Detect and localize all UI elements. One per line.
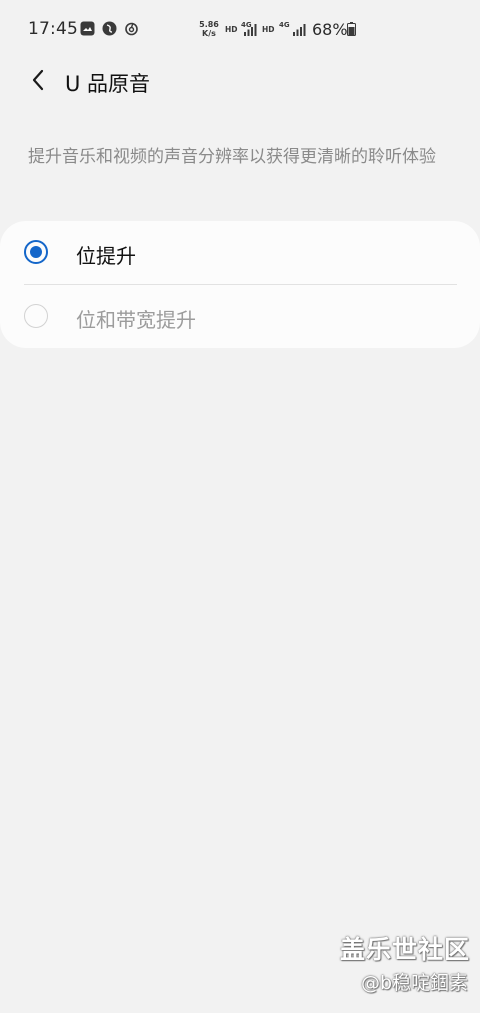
- app-bar: U 品原音: [0, 58, 480, 106]
- option-label: 位提升: [76, 244, 136, 268]
- netease-music-icon: [124, 21, 139, 36]
- signal-icon: [243, 22, 257, 36]
- status-bar: 17:45 5.86 K/s HD 4G HD 4G 68%: [0, 0, 480, 58]
- watermark-title: 盖乐世社区: [339, 935, 470, 964]
- options-card: 位提升 位和带宽提升: [0, 221, 480, 348]
- back-button[interactable]: [20, 64, 56, 100]
- signal-icon: [292, 22, 306, 36]
- hd-label: HD: [262, 25, 275, 34]
- net-type: 4G: [279, 21, 290, 29]
- page-title: U 品原音: [65, 72, 151, 96]
- battery-icon: [347, 22, 356, 36]
- option-bit-upscaling[interactable]: 位提升: [0, 221, 480, 284]
- option-bit-and-bandwidth-upscaling[interactable]: 位和带宽提升: [0, 285, 480, 348]
- status-time: 17:45: [28, 19, 78, 39]
- screen: 17:45 5.86 K/s HD 4G HD 4G 68% U 品原音 提升音…: [0, 0, 480, 1013]
- radio-button-disabled[interactable]: [24, 304, 48, 328]
- hd-label: HD: [225, 25, 238, 34]
- net-speed-value: 5.86: [199, 20, 219, 29]
- radio-button-selected[interactable]: [24, 240, 48, 264]
- net-speed: 5.86 K/s: [198, 20, 220, 38]
- watermark-user: @b稳啶錮素: [360, 972, 468, 994]
- gallery-icon: [80, 21, 95, 36]
- option-label: 位和带宽提升: [76, 308, 196, 332]
- app-icon: [102, 21, 117, 36]
- net-speed-unit: K/s: [202, 29, 216, 38]
- radio-dot: [30, 246, 42, 258]
- battery-percent: 68%: [312, 20, 348, 39]
- description-text: 提升音乐和视频的声音分辨率以获得更清晰的聆听体验: [28, 147, 436, 167]
- chevron-left-icon: [31, 69, 45, 95]
